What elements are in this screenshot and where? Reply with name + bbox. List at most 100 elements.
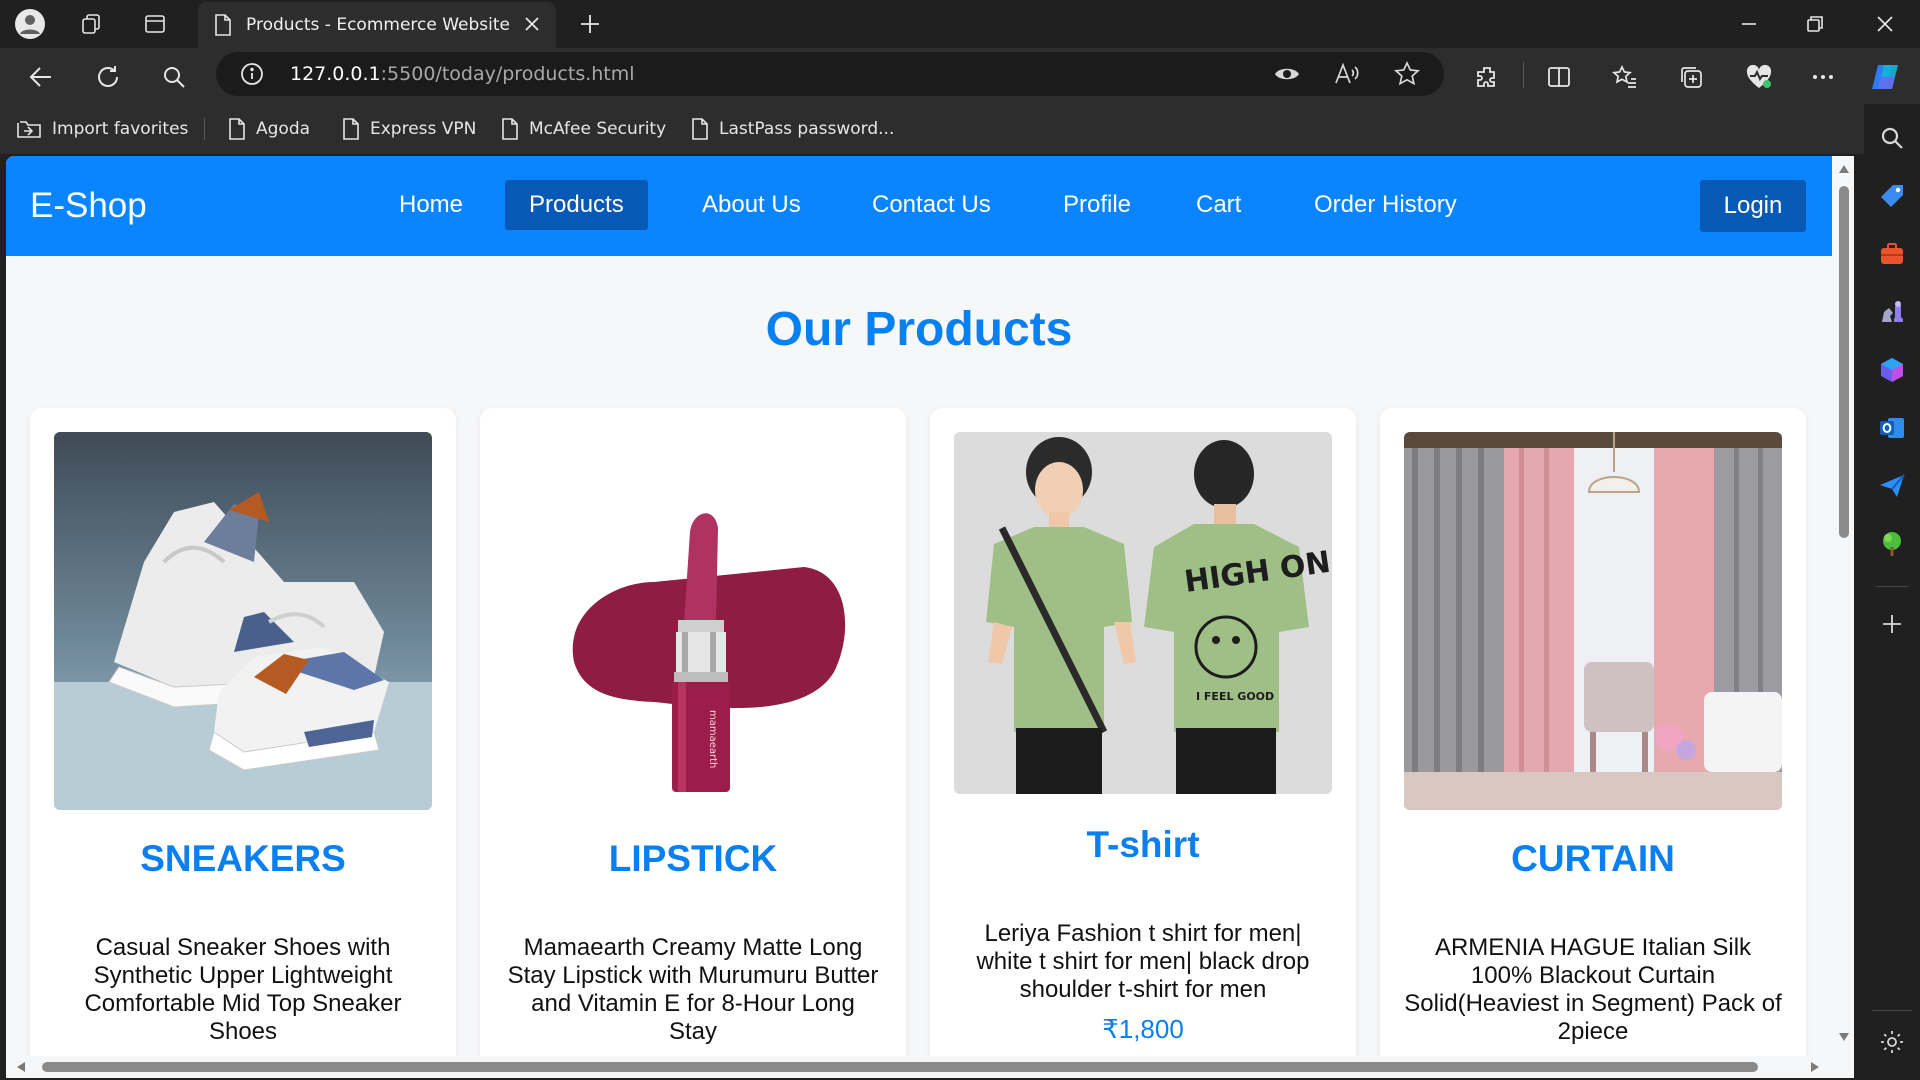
favorites-bar: Import favorites Agoda Express VPN McAfe… <box>0 104 1920 154</box>
games-icon[interactable] <box>1876 296 1908 328</box>
refresh-icon[interactable] <box>91 60 125 94</box>
product-card[interactable]: mamaearth LIPSTICK Mamaearth Creamy Matt… <box>480 408 906 1078</box>
import-icon <box>17 121 41 138</box>
product-name: CURTAIN <box>1511 838 1675 879</box>
active-tab[interactable]: Products - Ecommerce Website <box>198 2 556 48</box>
favorite-mcafee[interactable]: McAfee Security <box>501 114 666 144</box>
product-card[interactable]: SNEAKERS Casual Sneaker Shoes with Synth… <box>30 408 456 1078</box>
back-icon[interactable] <box>24 60 58 94</box>
profile-avatar-icon[interactable] <box>14 8 46 40</box>
tab-title: Products - Ecommerce Website <box>246 15 511 35</box>
nav-contact-us[interactable]: Contact Us <box>848 180 1015 230</box>
favorite-label: Import favorites <box>52 119 189 139</box>
svg-text:mamaearth: mamaearth <box>707 710 718 768</box>
workspaces-icon[interactable] <box>76 8 108 40</box>
product-name: SNEAKERS <box>140 838 346 879</box>
page-title: Our Products <box>765 303 1073 356</box>
product-name: LIPSTICK <box>608 838 778 879</box>
page-viewport: E-Shop Home Products About Us Contact Us… <box>6 156 1854 1078</box>
page-icon <box>229 118 245 140</box>
nav-home[interactable]: Home <box>375 180 487 230</box>
product-description: Leriya Fashion t shirt for men| white t … <box>976 920 1310 1003</box>
product-price: ₹1,800 <box>1102 1014 1184 1044</box>
scroll-right-arrow-icon[interactable] <box>1810 1061 1820 1073</box>
read-aloud-icon[interactable] <box>1334 62 1360 86</box>
restore-icon[interactable] <box>1782 0 1848 48</box>
page-icon <box>692 118 708 140</box>
address-bar[interactable]: 127.0.0.1:5500/today/products.html <box>216 52 1444 96</box>
favorite-import[interactable]: Import favorites <box>16 114 188 144</box>
toolbar-divider <box>1523 62 1524 88</box>
tree-icon[interactable] <box>1876 528 1908 560</box>
product-card[interactable]: HIGH ON I FEEL GOOD T-shirt Leriya Fashi… <box>930 408 1356 1078</box>
curtain-image[interactable] <box>1404 432 1782 810</box>
edge-sidebar <box>1864 104 1920 1080</box>
page-icon <box>343 118 359 140</box>
scroll-up-arrow-icon[interactable] <box>1838 164 1850 174</box>
favorite-label: Agoda <box>256 119 311 139</box>
tshirt-image[interactable]: HIGH ON I FEEL GOOD <box>954 432 1332 794</box>
favorite-express-vpn[interactable]: Express VPN <box>342 114 476 144</box>
nav-about-us[interactable]: About Us <box>678 180 825 230</box>
browser-essentials-icon[interactable] <box>1742 60 1776 94</box>
site-info-icon[interactable] <box>240 62 264 86</box>
horizontal-scrollbar[interactable] <box>6 1056 1832 1078</box>
favorite-label: McAfee Security <box>529 119 667 139</box>
shopping-tag-icon[interactable] <box>1876 180 1908 212</box>
search-icon[interactable] <box>157 60 191 94</box>
extensions-icon[interactable] <box>1470 60 1504 94</box>
url-host: 127.0.0.1 <box>290 63 381 85</box>
product-description: Mamaearth Creamy Matte Long Stay Lipstic… <box>507 934 879 1045</box>
more-options-icon[interactable] <box>1806 60 1840 94</box>
vertical-scrollbar[interactable] <box>1832 156 1854 1078</box>
nav-cart[interactable]: Cart <box>1172 180 1265 230</box>
tracking-eye-icon[interactable] <box>1274 62 1300 86</box>
send-icon[interactable] <box>1876 470 1908 502</box>
tools-briefcase-icon[interactable] <box>1876 238 1908 270</box>
product-card[interactable]: CURTAIN ARMENIA HAGUE Italian Silk 100% … <box>1380 408 1806 1078</box>
sidebar-divider <box>1876 586 1908 587</box>
sidebar-divider <box>1872 1010 1912 1011</box>
favorite-label: Express VPN <box>370 119 477 139</box>
product-name: T-shirt <box>1086 824 1200 865</box>
nav-order-history[interactable]: Order History <box>1290 180 1481 230</box>
site-brand[interactable]: E-Shop <box>30 186 147 226</box>
vertical-scroll-thumb[interactable] <box>1839 186 1849 538</box>
site-navbar: E-Shop Home Products About Us Contact Us… <box>6 156 1832 256</box>
product-description: Casual Sneaker Shoes with Synthetic Uppe… <box>84 934 402 1045</box>
sidebar-search-icon[interactable] <box>1876 122 1908 154</box>
new-tab-icon[interactable] <box>574 8 606 40</box>
browser-tab-strip: Products - Ecommerce Website <box>0 0 1920 48</box>
scroll-down-arrow-icon[interactable] <box>1838 1032 1850 1042</box>
favorite-star-icon[interactable] <box>1394 61 1420 87</box>
add-sidebar-app-icon[interactable] <box>1876 608 1908 640</box>
scroll-left-arrow-icon[interactable] <box>16 1061 26 1073</box>
close-window-icon[interactable] <box>1852 0 1918 48</box>
split-screen-icon[interactable] <box>1542 60 1576 94</box>
lipstick-image[interactable]: mamaearth <box>504 432 882 810</box>
favorite-label: LastPass password... <box>719 119 895 139</box>
copilot-app-icon[interactable] <box>1876 354 1908 386</box>
url-text[interactable]: 127.0.0.1:5500/today/products.html <box>290 63 635 85</box>
svg-text:I FEEL GOOD: I FEEL GOOD <box>1196 690 1274 703</box>
nav-products[interactable]: Products <box>505 180 648 230</box>
favorite-lastpass[interactable]: LastPass password... <box>691 114 894 144</box>
product-description: ARMENIA HAGUE Italian Silk 100% Blackout… <box>1404 934 1782 1045</box>
nav-profile[interactable]: Profile <box>1039 180 1155 230</box>
favorite-agoda[interactable]: Agoda <box>228 114 310 144</box>
horizontal-scroll-thumb[interactable] <box>42 1062 1758 1072</box>
page-icon <box>214 14 232 36</box>
url-path: :5500/today/products.html <box>380 63 635 85</box>
sneakers-image[interactable] <box>54 432 432 810</box>
sidebar-settings-gear-icon[interactable] <box>1876 1026 1908 1058</box>
close-tab-icon[interactable] <box>522 14 542 34</box>
browser-toolbar: 127.0.0.1:5500/today/products.html <box>0 48 1920 104</box>
copilot-icon[interactable] <box>1866 60 1906 94</box>
minimize-icon[interactable] <box>1716 0 1782 48</box>
login-button[interactable]: Login <box>1700 180 1806 232</box>
favorites-list-icon[interactable] <box>1608 60 1642 94</box>
vertical-tabs-icon[interactable] <box>139 8 171 40</box>
outlook-icon[interactable] <box>1876 412 1908 444</box>
page-icon <box>502 118 518 140</box>
collections-icon[interactable] <box>1674 60 1708 94</box>
